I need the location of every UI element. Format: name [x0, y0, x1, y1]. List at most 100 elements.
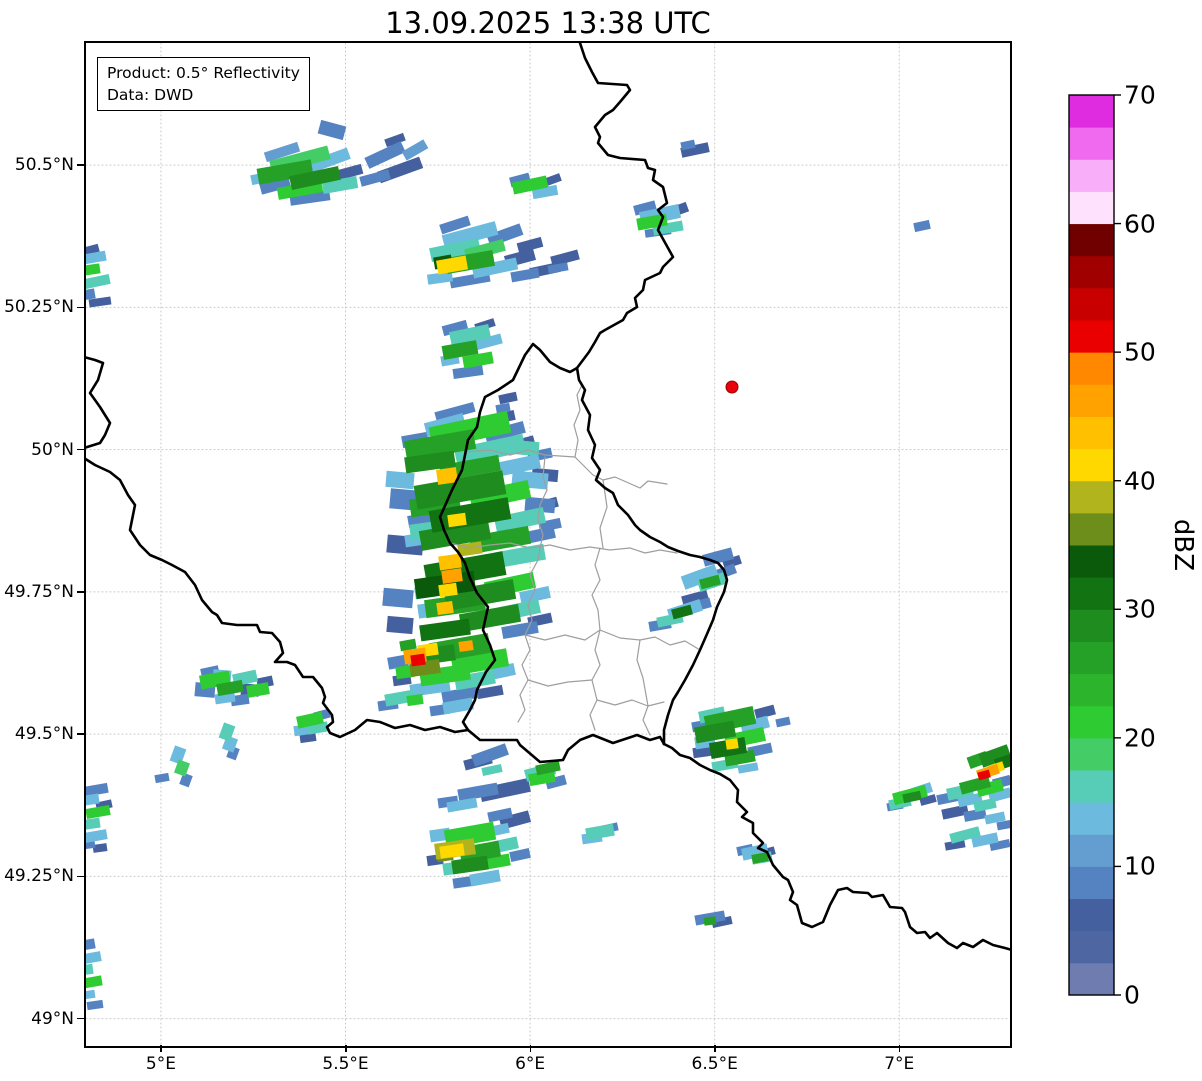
national-border — [575, 43, 675, 370]
radar-cell — [451, 855, 489, 875]
colorbar-segment — [1069, 545, 1114, 578]
colorbar — [1068, 94, 1121, 996]
y-tick-mark — [77, 448, 84, 451]
colorbar-segment — [1069, 577, 1114, 610]
radar-cell — [86, 963, 94, 977]
radar-cell — [410, 653, 426, 667]
radar-cell — [737, 762, 759, 774]
x-tick-mark — [898, 1045, 901, 1052]
radar-cell — [385, 470, 415, 490]
radar-cell — [86, 951, 102, 965]
x-tick-label: 6.5°E — [691, 1054, 738, 1074]
radar-cell — [481, 764, 503, 776]
y-tick-label: 49.5°N — [14, 724, 74, 745]
radar-cell — [476, 684, 504, 700]
colorbar-segment — [1069, 705, 1114, 739]
regional-border — [636, 639, 651, 736]
y-tick-label: 50.25°N — [4, 297, 74, 318]
colorbar-segment — [1069, 159, 1114, 192]
radar-cell — [86, 817, 101, 831]
national-border — [86, 356, 112, 449]
x-tick-mark — [160, 1045, 162, 1052]
radar-cell — [86, 999, 104, 1011]
colorbar-segment — [1069, 255, 1114, 289]
colorbar-segment — [1069, 127, 1114, 160]
radar-cell — [86, 975, 103, 989]
colorbar-segment — [1069, 352, 1114, 385]
radar-cell — [401, 139, 429, 161]
colorbar-segment — [1069, 416, 1114, 450]
radar-cell — [86, 273, 111, 291]
radar-cell — [86, 263, 101, 277]
colorbar-segment — [1069, 898, 1114, 932]
radar-cell — [509, 848, 531, 862]
radar-cell — [436, 600, 454, 616]
radar-cell — [386, 615, 414, 635]
colorbar-segment — [1069, 480, 1114, 514]
colorbar-tick-label: 10 — [1124, 851, 1156, 881]
radar-map-page: 13.09.2025 13:38 UTC Product: 0.5° Refle… — [0, 0, 1202, 1081]
x-tick-mark — [714, 1045, 716, 1052]
x-tick-label: 7°E — [884, 1054, 915, 1074]
radar-cell — [438, 582, 458, 598]
colorbar-tick-label: 60 — [1124, 209, 1156, 239]
radar-cell — [725, 738, 739, 750]
radar-cell — [86, 804, 111, 820]
radar-cell — [382, 587, 414, 609]
regional-border — [527, 679, 593, 687]
y-tick-mark — [77, 1017, 84, 1020]
regional-border — [524, 629, 701, 651]
radar-cell — [458, 640, 474, 652]
data-source-label: Data: DWD — [107, 86, 194, 104]
y-tick-label: 49°N — [31, 1008, 74, 1029]
colorbar-segment — [1069, 512, 1114, 546]
regional-border — [596, 699, 665, 707]
radar-cell — [154, 772, 170, 784]
radar-cell — [86, 829, 108, 843]
colorbar-segment — [1069, 95, 1114, 128]
colorbar-segment — [1069, 834, 1114, 867]
radar-cell — [498, 391, 518, 405]
regional-border — [573, 384, 583, 458]
radar-cell — [447, 512, 467, 528]
radar-cell — [775, 716, 791, 728]
y-tick-label: 49.25°N — [4, 866, 74, 887]
colorbar-segment — [1069, 287, 1114, 321]
y-tick-mark — [77, 733, 84, 735]
colorbar-segment — [1069, 866, 1114, 900]
colorbar-segment — [1069, 930, 1114, 964]
x-tick-label: 6°E — [515, 1054, 546, 1074]
colorbar-segment — [1069, 191, 1114, 225]
radar-cell — [703, 916, 717, 926]
x-tick-label: 5.5°E — [322, 1054, 369, 1074]
regional-border — [589, 547, 601, 731]
colorbar-segment — [1069, 641, 1114, 675]
colorbar-tick-label: 40 — [1124, 466, 1156, 496]
colorbar-tick-label: 30 — [1124, 594, 1156, 624]
radar-cell — [441, 568, 463, 584]
colorbar-segment — [1069, 802, 1114, 835]
colorbar-axis-label: dBZ — [1168, 518, 1198, 572]
colorbar-segment — [1069, 962, 1114, 996]
colorbar-segment — [1069, 320, 1114, 353]
radar-cell — [86, 989, 96, 1001]
radar-cell — [469, 869, 501, 887]
x-tick-mark — [529, 1045, 532, 1052]
product-label: Product: 0.5° Reflectivity — [107, 64, 300, 82]
colorbar-segment — [1069, 223, 1114, 257]
radar-cell — [913, 219, 931, 233]
radar-station-marker — [725, 380, 739, 394]
y-tick-label: 49.75°N — [4, 581, 74, 602]
radar-cell — [359, 169, 391, 187]
y-tick-mark — [77, 306, 84, 309]
colorbar-segment — [1069, 770, 1114, 803]
colorbar-tick-label: 70 — [1124, 80, 1156, 110]
product-annotation-box: Product: 0.5° Reflectivity Data: DWD — [97, 57, 310, 111]
x-tick-label: 5°E — [145, 1054, 176, 1074]
page-title: 13.09.2025 13:38 UTC — [385, 6, 711, 40]
y-tick-label: 50°N — [31, 439, 74, 460]
y-tick-mark — [77, 591, 84, 593]
colorbar-tick-label: 50 — [1124, 337, 1156, 367]
map-canvas — [86, 43, 1010, 1046]
y-tick-mark — [77, 875, 84, 878]
